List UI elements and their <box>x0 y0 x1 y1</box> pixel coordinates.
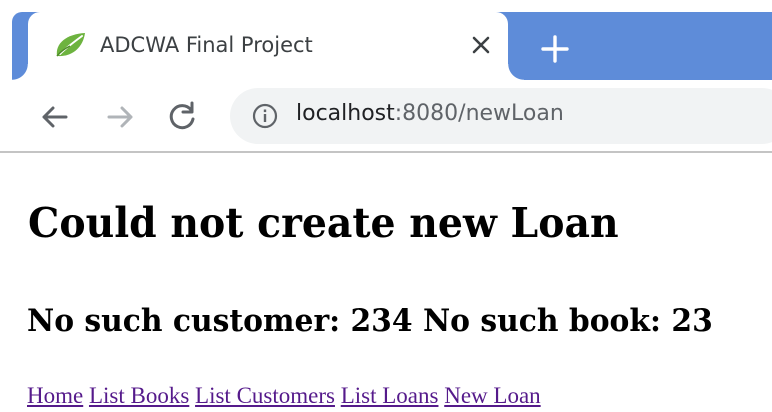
browser-tab[interactable]: ADCWA Final Project <box>12 12 524 80</box>
tab-strip: ADCWA Final Project <box>0 0 772 80</box>
tab-title: ADCWA Final Project <box>100 33 313 57</box>
page-content: Could not create new Loan No such custom… <box>0 153 772 412</box>
back-button[interactable] <box>38 100 72 134</box>
reload-button[interactable] <box>165 100 199 134</box>
url-host: localhost <box>296 101 395 126</box>
nav-link-list-loans[interactable]: List Loans <box>341 383 439 408</box>
browser-window: ADCWA Final Project localhost:8080/newLo… <box>0 0 772 412</box>
new-tab-button[interactable] <box>535 29 575 69</box>
nav-link-home[interactable]: Home <box>27 383 83 408</box>
page-title: Could not create new Loan <box>28 199 619 247</box>
close-icon[interactable] <box>466 30 496 60</box>
browser-toolbar: localhost:8080/newLoan <box>0 80 772 153</box>
spring-leaf-icon <box>56 33 85 57</box>
url-path: :8080/newLoan <box>394 101 564 126</box>
nav-link-list-customers[interactable]: List Customers <box>195 383 335 408</box>
nav-link-list-books[interactable]: List Books <box>89 383 189 408</box>
forward-button[interactable] <box>103 100 137 134</box>
address-bar[interactable]: localhost:8080/newLoan <box>230 88 772 144</box>
error-message: No such customer: 234 No such book: 23 <box>27 303 713 339</box>
nav-links: Home List Books List Customers List Loan… <box>27 381 541 411</box>
nav-link-new-loan[interactable]: New Loan <box>444 383 540 408</box>
info-icon[interactable] <box>252 103 278 129</box>
address-url[interactable]: localhost:8080/newLoan <box>296 101 564 126</box>
